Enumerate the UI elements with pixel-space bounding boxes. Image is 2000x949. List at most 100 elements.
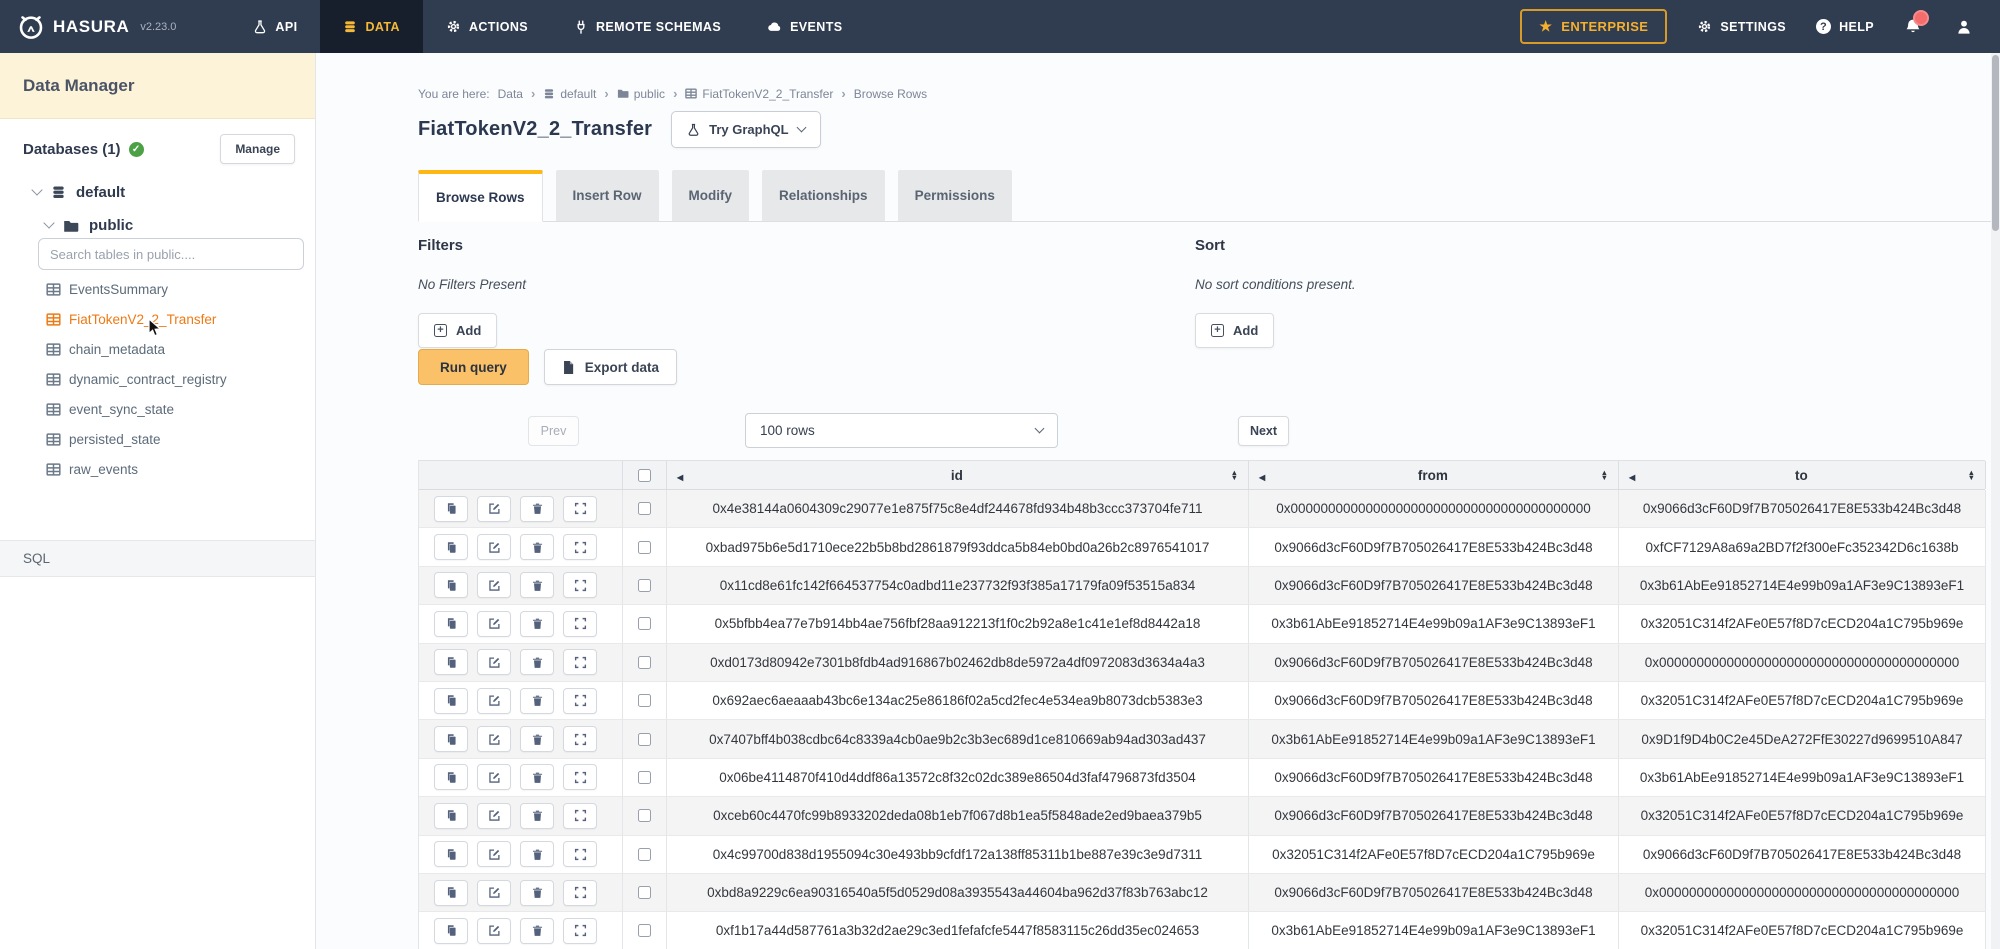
- edit-row-button[interactable]: [477, 764, 511, 790]
- search-tables-input[interactable]: [38, 238, 304, 270]
- cell-to[interactable]: 0x9D1f9D4b0C2e45DeA272FfE30227d9699510A8…: [1619, 720, 1986, 758]
- expand-row-button[interactable]: [563, 611, 597, 637]
- cell-to[interactable]: 0x3b61AbEe91852714E4e99b09a1AF3e9C13893e…: [1619, 759, 1986, 797]
- cell-to[interactable]: 0x3b61AbEe91852714E4e99b09a1AF3e9C13893e…: [1619, 567, 1986, 605]
- clone-row-button[interactable]: [434, 534, 468, 560]
- nav-item-data[interactable]: DATA: [320, 0, 422, 53]
- clone-row-button[interactable]: [434, 649, 468, 675]
- row-checkbox[interactable]: [638, 617, 651, 630]
- add-sort-button[interactable]: Add: [1195, 313, 1274, 348]
- clone-row-button[interactable]: [434, 918, 468, 944]
- expand-row-button[interactable]: [563, 803, 597, 829]
- edit-row-button[interactable]: [477, 572, 511, 598]
- cell-from[interactable]: 0x9066d3cF60D9f7B705026417E8E533b424Bc3d…: [1249, 644, 1619, 682]
- expand-row-button[interactable]: [563, 918, 597, 944]
- cell-id[interactable]: 0x7407bff4b038cdbc64c8339a4cb0ae9b2c3b3e…: [667, 720, 1249, 758]
- delete-row-button[interactable]: [520, 841, 554, 867]
- header-col-to[interactable]: to: [1619, 461, 1986, 489]
- cell-to[interactable]: 0x00000000000000000000000000000000000000…: [1619, 644, 1986, 682]
- delete-row-button[interactable]: [520, 534, 554, 560]
- clone-row-button[interactable]: [434, 880, 468, 906]
- tab[interactable]: Browse Rows: [418, 170, 543, 222]
- tab[interactable]: Modify: [672, 170, 750, 221]
- nav-item-actions[interactable]: ACTIONS: [423, 0, 551, 53]
- sidebar-table-item[interactable]: EventsSummary: [46, 274, 307, 304]
- breadcrumb-item-public[interactable]: public: [617, 87, 665, 101]
- tab[interactable]: Relationships: [762, 170, 885, 221]
- edit-row-button[interactable]: [477, 611, 511, 637]
- cell-from[interactable]: 0x00000000000000000000000000000000000000…: [1249, 490, 1619, 528]
- cell-id[interactable]: 0x692aec6aeaaab43bc6e134ac25e86186f02a5c…: [667, 682, 1249, 720]
- cell-id[interactable]: 0xceb60c4470fc99b8933202deda08b1eb7f067d…: [667, 797, 1249, 835]
- expand-row-button[interactable]: [563, 649, 597, 675]
- collapse-column-icon[interactable]: [1259, 468, 1265, 483]
- delete-row-button[interactable]: [520, 572, 554, 598]
- cell-from[interactable]: 0x3b61AbEe91852714E4e99b09a1AF3e9C13893e…: [1249, 912, 1619, 949]
- sidebar-table-item[interactable]: event_sync_state: [46, 394, 307, 424]
- expand-row-button[interactable]: [563, 726, 597, 752]
- next-page-button[interactable]: Next: [1238, 416, 1289, 446]
- clone-row-button[interactable]: [434, 841, 468, 867]
- sidebar-table-item[interactable]: FiatTokenV2_2_Transfer: [46, 304, 307, 334]
- nav-item-api[interactable]: API: [230, 0, 320, 53]
- delete-row-button[interactable]: [520, 496, 554, 522]
- expand-row-button[interactable]: [563, 688, 597, 714]
- edit-row-button[interactable]: [477, 688, 511, 714]
- sort-icon[interactable]: [1231, 470, 1238, 481]
- expand-row-button[interactable]: [563, 572, 597, 598]
- chevron-down-icon[interactable]: [43, 217, 54, 228]
- edit-row-button[interactable]: [477, 649, 511, 675]
- breadcrumb-item-browse-rows[interactable]: Browse Rows: [854, 87, 927, 101]
- nav-item-remote-schemas[interactable]: REMOTE SCHEMAS: [551, 0, 744, 53]
- run-query-button[interactable]: Run query: [418, 349, 529, 385]
- sidebar-item-sql[interactable]: SQL: [0, 540, 315, 577]
- cell-to[interactable]: 0x00000000000000000000000000000000000000…: [1619, 874, 1986, 912]
- hasura-brand[interactable]: HASURA v2.23.0: [0, 14, 190, 40]
- cell-from[interactable]: 0x9066d3cF60D9f7B705026417E8E533b424Bc3d…: [1249, 528, 1619, 566]
- user-menu-button[interactable]: [1956, 19, 1972, 35]
- cell-to[interactable]: 0x9066d3cF60D9f7B705026417E8E533b424Bc3d…: [1619, 490, 1986, 528]
- cell-id[interactable]: 0xbd8a9229c6ea90316540a5f5d0529d08a39355…: [667, 874, 1249, 912]
- delete-row-button[interactable]: [520, 803, 554, 829]
- cell-id[interactable]: 0x4c99700d838d1955094c30e493bb9cfdf172a1…: [667, 836, 1249, 874]
- cell-id[interactable]: 0x4e38144a0604309c29077e1e875f75c8e4df24…: [667, 490, 1249, 528]
- tree-item-default-db[interactable]: default: [33, 184, 125, 201]
- cell-from[interactable]: 0x9066d3cF60D9f7B705026417E8E533b424Bc3d…: [1249, 682, 1619, 720]
- expand-row-button[interactable]: [563, 764, 597, 790]
- sidebar-table-item[interactable]: raw_events: [46, 454, 307, 484]
- delete-row-button[interactable]: [520, 688, 554, 714]
- manage-button[interactable]: Manage: [220, 134, 295, 164]
- row-checkbox[interactable]: [638, 502, 651, 515]
- clone-row-button[interactable]: [434, 803, 468, 829]
- row-checkbox[interactable]: [638, 848, 651, 861]
- row-checkbox[interactable]: [638, 809, 651, 822]
- delete-row-button[interactable]: [520, 764, 554, 790]
- cell-id[interactable]: 0xd0173d80942e7301b8fdb4ad916867b02462db…: [667, 644, 1249, 682]
- cell-from[interactable]: 0x3b61AbEe91852714E4e99b09a1AF3e9C13893e…: [1249, 605, 1619, 643]
- tree-item-public-schema[interactable]: public: [45, 217, 133, 234]
- clone-row-button[interactable]: [434, 688, 468, 714]
- expand-row-button[interactable]: [563, 880, 597, 906]
- add-filter-button[interactable]: Add: [418, 313, 497, 348]
- edit-row-button[interactable]: [477, 918, 511, 944]
- delete-row-button[interactable]: [520, 918, 554, 944]
- edit-row-button[interactable]: [477, 803, 511, 829]
- enterprise-button[interactable]: ENTERPRISE: [1520, 9, 1667, 44]
- cell-to[interactable]: 0x9066d3cF60D9f7B705026417E8E533b424Bc3d…: [1619, 836, 1986, 874]
- export-data-button[interactable]: Export data: [544, 349, 677, 385]
- edit-row-button[interactable]: [477, 880, 511, 906]
- breadcrumb-item-default[interactable]: default: [543, 87, 596, 101]
- page-size-select[interactable]: 100 rows: [745, 413, 1058, 448]
- cell-from[interactable]: 0x32051C314f2AFe0E57f8D7cECD204a1C795b96…: [1249, 836, 1619, 874]
- cell-from[interactable]: 0x9066d3cF60D9f7B705026417E8E533b424Bc3d…: [1249, 567, 1619, 605]
- breadcrumb-item-data[interactable]: Data: [498, 87, 523, 101]
- sidebar-table-item[interactable]: dynamic_contract_registry: [46, 364, 307, 394]
- row-checkbox[interactable]: [638, 694, 651, 707]
- sidebar-table-item[interactable]: persisted_state: [46, 424, 307, 454]
- cell-id[interactable]: 0x11cd8e61fc142f664537754c0adbd11e237732…: [667, 567, 1249, 605]
- help-button[interactable]: HELP: [1816, 19, 1874, 34]
- row-checkbox[interactable]: [638, 924, 651, 937]
- header-col-id[interactable]: id: [667, 461, 1249, 489]
- sidebar-table-item[interactable]: chain_metadata: [46, 334, 307, 364]
- cell-from[interactable]: 0x3b61AbEe91852714E4e99b09a1AF3e9C13893e…: [1249, 720, 1619, 758]
